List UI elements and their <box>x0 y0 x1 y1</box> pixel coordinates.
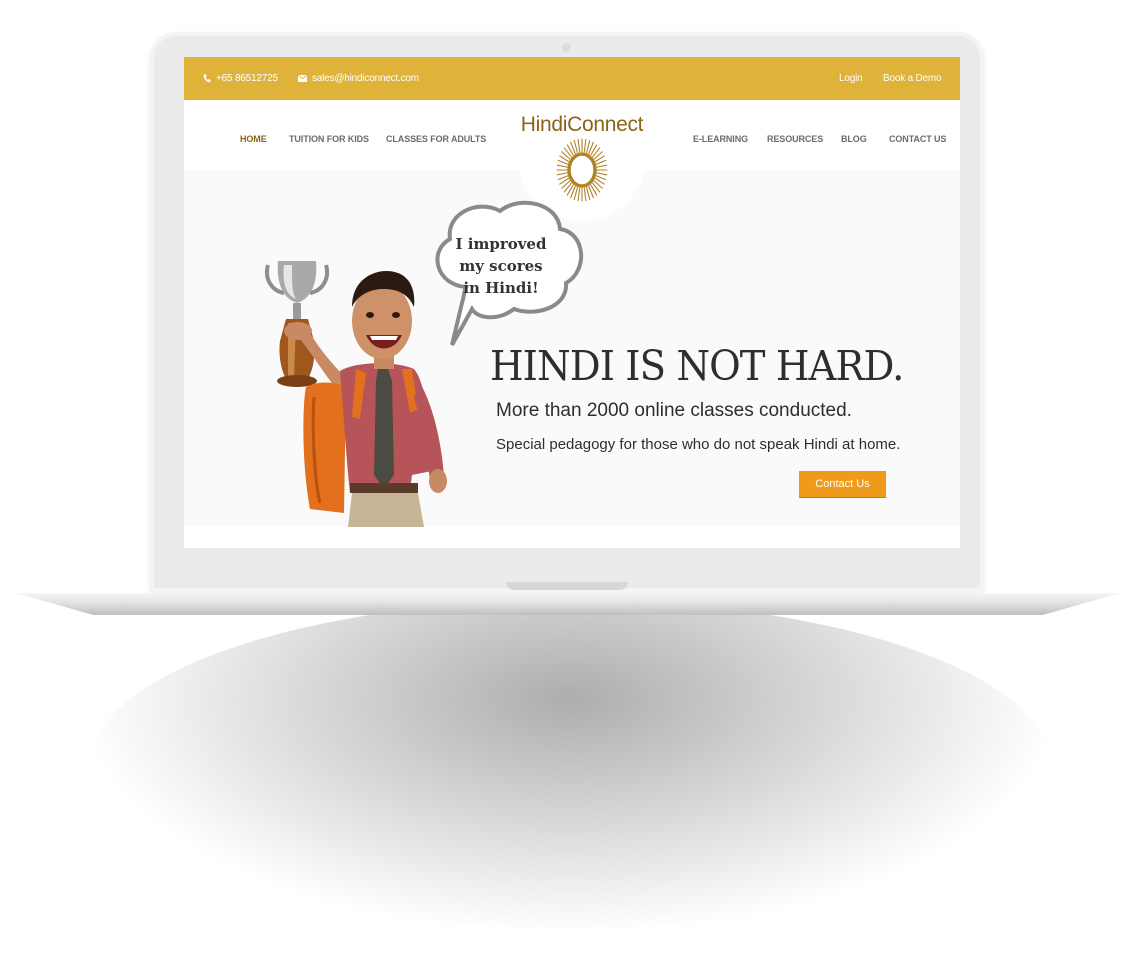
boy-with-trophy-image <box>265 261 447 527</box>
book-demo-link[interactable]: Book a Demo <box>883 73 942 84</box>
nav-item-home[interactable]: HOME <box>240 134 267 144</box>
hero-subline: More than 2000 online classes conducted. <box>496 400 852 421</box>
envelope-icon <box>298 75 307 82</box>
hero-headline: HINDI IS NOT HARD. <box>490 342 904 390</box>
laptop-screen: +65 86512725 sales@hindiconnect.com Logi… <box>184 57 960 548</box>
contact-us-button[interactable]: Contact Us <box>799 471 886 497</box>
nav-item-resources[interactable]: RESOURCES <box>767 134 823 144</box>
contact-email[interactable]: sales@hindiconnect.com <box>298 73 419 84</box>
phone-number: +65 86512725 <box>216 73 278 84</box>
login-link[interactable]: Login <box>839 73 863 84</box>
nav-item-blog[interactable]: BLOG <box>841 134 867 144</box>
email-address: sales@hindiconnect.com <box>312 73 419 84</box>
top-bar: +65 86512725 sales@hindiconnect.com Logi… <box>184 57 960 100</box>
hero-bottom-strip <box>184 526 960 548</box>
contact-phone[interactable]: +65 86512725 <box>203 73 278 84</box>
nav-item-tuition-for-kids[interactable]: TUITION FOR KIDS <box>289 134 369 144</box>
laptop-base <box>16 593 1120 615</box>
phone-icon <box>203 74 211 83</box>
hero-tagline: Special pedagogy for those who do not sp… <box>496 436 901 453</box>
nav-item-e-learning[interactable]: E-LEARNING <box>693 134 748 144</box>
camera-icon <box>562 43 571 52</box>
logo-text[interactable]: HindiConnect <box>517 113 647 137</box>
bubble-line-1: I improved <box>455 235 547 253</box>
nav-item-contact-us[interactable]: CONTACT US <box>889 134 946 144</box>
laptop-notch <box>506 582 628 590</box>
nav-item-classes-for-adults[interactable]: CLASSES FOR ADULTS <box>386 134 486 144</box>
sun-icon <box>556 138 608 202</box>
laptop-shadow <box>90 600 1050 930</box>
